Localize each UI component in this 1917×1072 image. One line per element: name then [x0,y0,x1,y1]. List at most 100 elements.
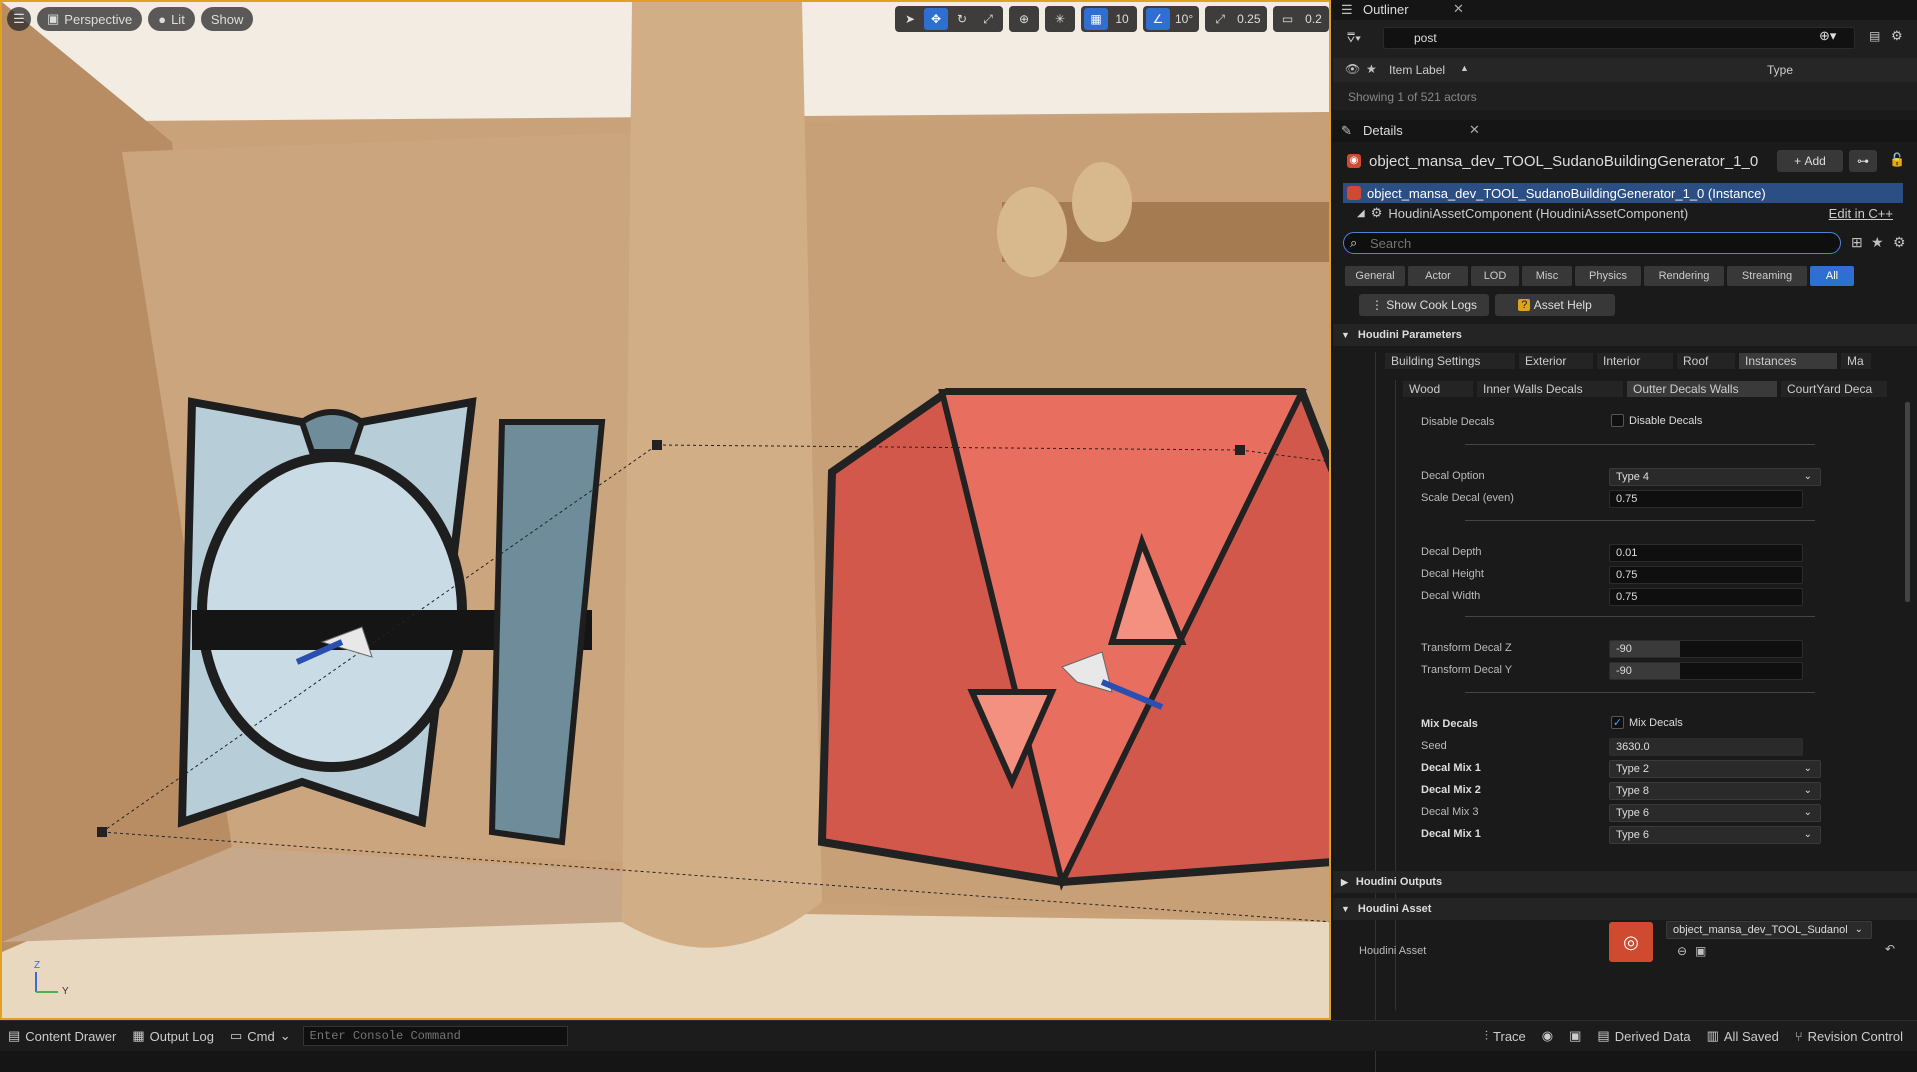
houdini-asset-thumbnail[interactable]: ◎ [1609,922,1653,962]
show-button[interactable]: Show [200,7,254,31]
type-column[interactable]: Type [1767,63,1793,77]
content-drawer-button[interactable]: ▤ Content Drawer [0,1021,124,1052]
details-title[interactable]: Details [1363,123,1403,138]
decal-height-field[interactable]: 0.75 [1609,566,1803,584]
component-row[interactable]: ◢ ⚙ HoudiniAssetComponent (HoudiniAssetC… [1343,203,1903,223]
details-close-icon[interactable]: ✕ [1469,122,1480,138]
subtab-wood[interactable]: Wood [1403,381,1473,397]
disable-decals-checkbox[interactable]: Disable Decals [1611,414,1702,427]
visibility-icon[interactable]: 👁 [1345,62,1360,76]
scale-tool-button[interactable]: ⤢ [976,8,1000,30]
mix-decals-checkbox[interactable]: ✓ Mix Decals [1611,716,1683,729]
transform-decal-y-slider[interactable]: -90 [1609,662,1803,680]
decal-mix-2-dropdown[interactable]: Type 8 ⌄ [1609,782,1821,800]
new-folder-icon[interactable]: ▤ [1869,29,1880,43]
details-search-input[interactable] [1370,235,1830,251]
outliner-search-input[interactable]: post [1383,27,1855,49]
outliner-settings-icon[interactable]: ⚙ [1891,28,1903,44]
decal-depth-field[interactable]: 0.01 [1609,544,1803,562]
outliner-close-icon[interactable]: ✕ [1453,1,1464,17]
star-icon[interactable]: ★ [1366,62,1377,76]
level-viewport[interactable]: ☰ ▣ Perspective ● Lit Show ➤ ✥ ↻ ⤢ ⊕ ✳ ▦ 1… [0,0,1331,1020]
scale-snap-value[interactable]: 0.25 [1234,8,1263,30]
status-right-group: ⫶ Trace ◉ ▣ ▤ Derived Data ▥ All Saved ⑂ Rev… [1477,1021,1917,1052]
decal-mix-3-dropdown[interactable]: Type 6 ⌄ [1609,804,1821,822]
record-button[interactable]: ◉ [1534,1021,1561,1052]
tab-exterior[interactable]: Exterior [1519,353,1593,369]
decal-mix-4-dropdown[interactable]: Type 6 ⌄ [1609,826,1821,844]
decal-width-field[interactable]: 0.75 [1609,588,1803,606]
item-label-column[interactable]: Item Label [1389,63,1445,77]
tab-more[interactable]: Ma [1841,353,1871,369]
details-scrollbar[interactable] [1905,402,1910,602]
scale-snap-toggle[interactable]: ⤢ [1208,8,1232,30]
tab-instances[interactable]: Instances [1739,353,1837,369]
cmd-dropdown[interactable]: ▭ Cmd ⌄ [222,1021,299,1052]
trace-button[interactable]: ⫶ Trace [1477,1021,1534,1052]
reset-icon[interactable]: ↶ [1885,942,1895,956]
viewport-menu-button[interactable]: ☰ [7,7,31,31]
show-cook-logs-button[interactable]: ⋮ Show Cook Logs [1359,294,1489,316]
houdini-parameters-header[interactable]: ▼ Houdini Parameters [1333,324,1917,346]
instance-row[interactable]: object_mansa_dev_TOOL_SudanoBuildingGene… [1343,183,1903,203]
rotation-snap-toggle[interactable]: ∠ [1146,8,1170,30]
decal-option-dropdown[interactable]: Type 4 ⌄ [1609,468,1821,486]
screenshot-button[interactable]: ▣ [1561,1021,1589,1052]
grid-snap-value[interactable]: 10 [1110,8,1134,30]
lock-icon[interactable]: 🔓 [1889,152,1905,168]
category-actor[interactable]: Actor [1408,266,1468,286]
tab-interior[interactable]: Interior [1597,353,1673,369]
subtab-inner-walls-decals[interactable]: Inner Walls Decals [1477,381,1623,397]
tab-building-settings[interactable]: Building Settings [1385,353,1515,369]
sort-asc-icon: ▲ [1460,63,1469,73]
coord-space-button[interactable]: ⊕ [1009,6,1039,32]
chevron-down-icon: ⌄ [1803,785,1812,796]
open-folder-icon[interactable]: ▣ [1695,944,1706,958]
houdini-outputs-header[interactable]: ▶ Houdini Outputs [1333,871,1917,893]
asset-help-button[interactable]: ? Asset Help [1495,294,1615,316]
rotation-snap-value[interactable]: 10° [1172,8,1196,30]
output-log-button[interactable]: ▦ Output Log [124,1021,222,1052]
category-misc[interactable]: Misc [1522,266,1572,286]
camera-speed-icon-button[interactable]: ▭ [1276,8,1300,30]
details-settings-icon[interactable]: ⚙ [1893,234,1906,251]
surface-snap-button[interactable]: ✳ [1045,6,1075,32]
category-general[interactable]: General [1345,266,1405,286]
lit-mode-button[interactable]: ● Lit [148,7,195,31]
derived-data-button[interactable]: ▤ Derived Data [1589,1021,1698,1052]
move-tool-button[interactable]: ✥ [924,8,948,30]
category-lod[interactable]: LOD [1471,266,1519,286]
houdini-asset-dropdown[interactable]: object_mansa_dev_TOOL_Sudanol ⌄ [1666,921,1872,939]
blueprint-button[interactable]: ⊶ [1849,150,1877,172]
category-physics[interactable]: Physics [1575,266,1641,286]
add-filter-icon[interactable]: ⊕▾ [1819,28,1836,44]
all-saved-button[interactable]: ▥ All Saved [1699,1021,1787,1052]
subtab-courtyard-decals[interactable]: CourtYard Deca [1781,381,1887,397]
plus-icon: + [1794,154,1802,168]
tab-roof[interactable]: Roof [1677,353,1735,369]
houdini-asset-header[interactable]: ▼ Houdini Asset [1333,898,1917,920]
edit-cpp-link[interactable]: Edit in C++ [1829,206,1893,221]
select-tool-button[interactable]: ➤ [898,8,922,30]
outliner-title[interactable]: Outliner [1363,2,1409,17]
category-streaming[interactable]: Streaming [1727,266,1807,286]
category-rendering[interactable]: Rendering [1644,266,1724,286]
decal-mix-1-dropdown[interactable]: Type 2 ⌄ [1609,760,1821,778]
transform-decal-z-slider[interactable]: -90 [1609,640,1803,658]
details-tab-header: ✎ Details ✕ [1333,120,1917,142]
category-all[interactable]: All [1810,266,1854,286]
scale-decal-field[interactable]: 0.75 [1609,490,1803,508]
table-view-icon[interactable]: ⊞ [1851,234,1863,251]
view-mode-button[interactable]: ▣ Perspective [37,7,143,31]
browse-asset-icon[interactable]: ⊖ [1677,944,1687,958]
camera-speed-value[interactable]: 0.2 [1302,8,1326,30]
seed-field[interactable]: 3630.0 [1609,738,1803,756]
subtab-outter-decals-walls[interactable]: Outter Decals Walls [1627,381,1777,397]
revision-control-button[interactable]: ⑂ Revision Control [1787,1021,1917,1052]
filter-icon[interactable]: ⩢▾ [1347,30,1361,46]
favorite-star-icon[interactable]: ★ [1871,234,1884,251]
rotate-tool-button[interactable]: ↻ [950,8,974,30]
add-component-button[interactable]: + Add [1777,150,1843,172]
console-command-input[interactable] [302,1026,568,1046]
grid-snap-toggle[interactable]: ▦ [1084,8,1108,30]
